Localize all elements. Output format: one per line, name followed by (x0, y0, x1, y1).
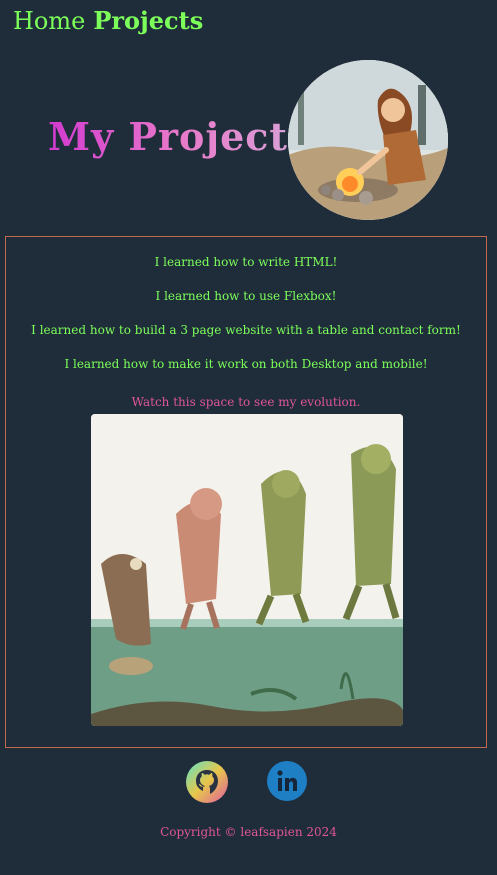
nav-home-link[interactable]: Home (13, 5, 85, 37)
avatar (288, 60, 448, 220)
evolution-caption: Watch this space to see my evolution. (131, 395, 361, 409)
evolution-image (91, 414, 403, 726)
linkedin-link[interactable] (266, 760, 308, 802)
learning-html: I learned how to write HTML! (154, 255, 338, 269)
github-icon (186, 761, 228, 803)
top-nav: Home Projects (13, 5, 203, 37)
projects-panel: I learned how to write HTML! I learned h… (5, 236, 487, 748)
github-link[interactable] (185, 760, 228, 803)
copyright-text: Copyright © leafsapien 2024 (160, 825, 337, 839)
learning-website: I learned how to build a 3 page website … (31, 323, 461, 337)
cavewoman-fire-illustration (288, 60, 448, 220)
learning-flexbox: I learned how to use Flexbox! (155, 289, 337, 303)
linkedin-icon (267, 761, 307, 801)
learning-responsive: I learned how to make it work on both De… (64, 357, 428, 371)
page-title-banner: My Projects (48, 114, 311, 159)
nav-projects-link[interactable]: Projects (93, 5, 203, 37)
frog-evolution-illustration (91, 414, 403, 726)
